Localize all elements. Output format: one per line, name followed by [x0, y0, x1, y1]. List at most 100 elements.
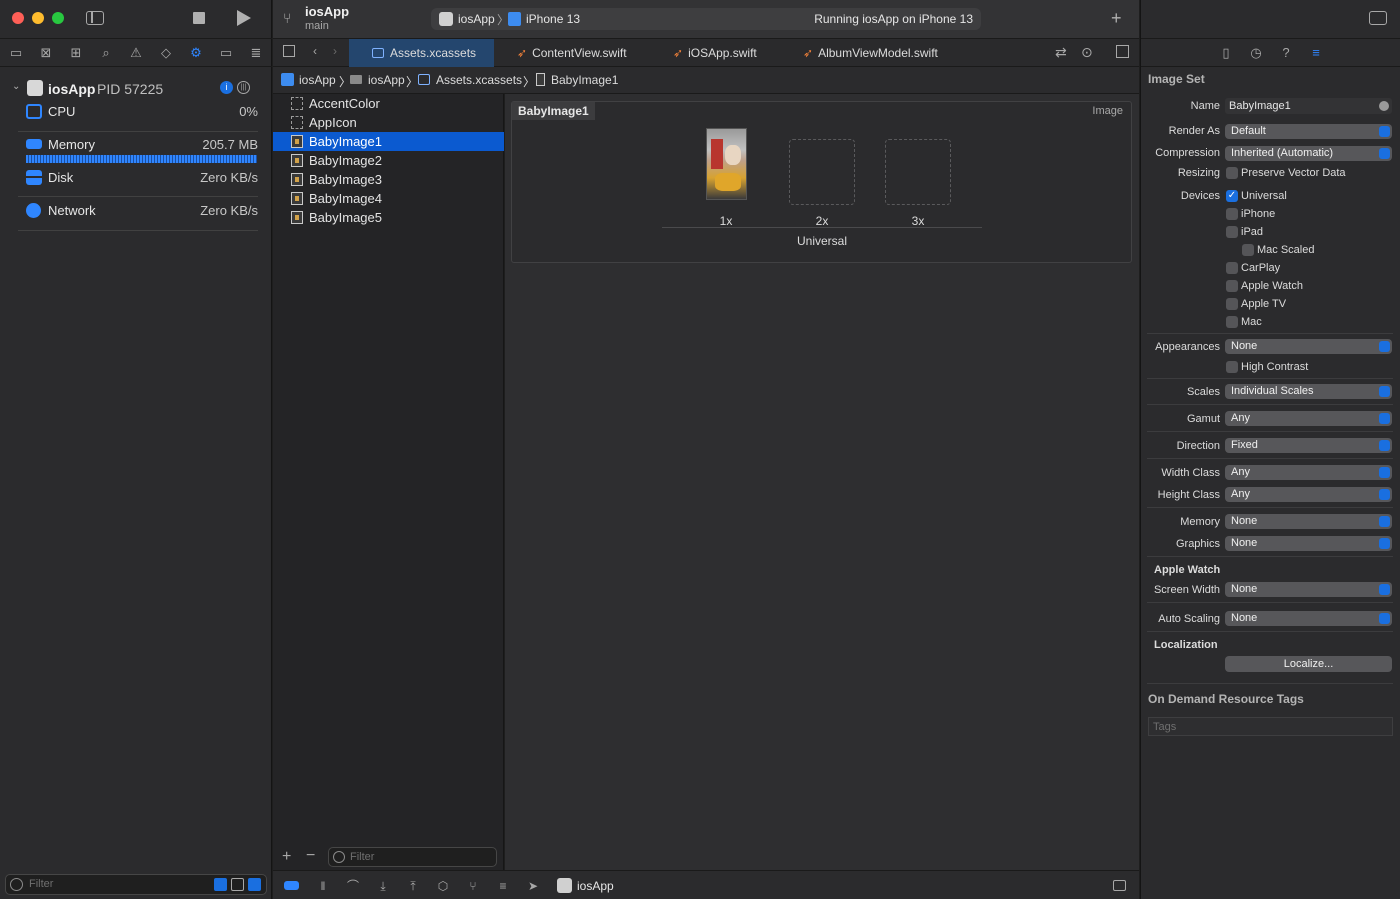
breadcrumb-item[interactable]: BabyImage1 [551, 73, 618, 87]
image-slot-2x[interactable] [789, 139, 855, 205]
go-to-arrow-icon[interactable] [1379, 101, 1389, 111]
gauge-disk[interactable]: Disk Zero KB/s [18, 167, 258, 189]
memory-graph-icon[interactable]: ⑂ [466, 879, 480, 893]
target-label[interactable]: iosApp [577, 879, 614, 893]
list-item-selected[interactable]: BabyImage1 [273, 132, 504, 151]
source-control-navigator-icon[interactable]: ⊠ [38, 45, 54, 61]
appearances-popup[interactable]: None [1225, 339, 1392, 354]
render-as-popup[interactable]: Default [1225, 124, 1392, 139]
gamut-popup[interactable]: Any [1225, 411, 1392, 426]
height-class-popup[interactable]: Any [1225, 487, 1392, 502]
symbol-navigator-icon[interactable]: ⊞ [68, 45, 84, 61]
filter-option-icon[interactable] [231, 878, 244, 891]
process-row[interactable]: ⌄ iosApp PID 57225 i ||| [12, 80, 262, 98]
related-items-grid-icon[interactable] [283, 45, 295, 57]
tab-contentview[interactable]: ➶ ContentView.swift [517, 39, 637, 67]
split-editor-icon[interactable] [1116, 45, 1129, 58]
device-universal-checkbox[interactable]: ✓ [1226, 190, 1238, 202]
remove-asset-minus-icon[interactable]: − [306, 847, 315, 865]
debug-area-toggle-icon[interactable] [1113, 880, 1126, 891]
thread-view-icon[interactable]: ||| [237, 81, 250, 94]
device-iphone-checkbox[interactable] [1226, 208, 1238, 220]
gauge-cpu[interactable]: CPU 0% [18, 101, 258, 123]
device-ipad-checkbox[interactable] [1226, 226, 1238, 238]
asset-filter-field[interactable]: Filter [328, 847, 497, 867]
forward-chevron-icon[interactable]: › [333, 44, 337, 58]
console-toggle-icon[interactable] [284, 881, 299, 890]
direction-popup[interactable]: Fixed [1225, 438, 1392, 453]
view-hierarchy-icon[interactable]: ⬡ [436, 879, 450, 893]
device-mac-checkbox[interactable] [1226, 316, 1238, 328]
branch-name[interactable]: main [305, 20, 329, 32]
filter-option-icon[interactable] [214, 878, 227, 891]
memory-popup[interactable]: None [1225, 514, 1392, 529]
scheme-selector[interactable]: iosApp [458, 12, 495, 26]
preserve-vector-checkbox[interactable] [1226, 167, 1238, 179]
add-library-plus-icon[interactable]: + [1111, 8, 1122, 29]
graphics-popup[interactable]: None [1225, 536, 1392, 551]
issue-navigator-warning-icon[interactable]: ⚠ [128, 45, 144, 61]
tags-field[interactable]: Tags [1148, 717, 1393, 736]
device-carplay-checkbox[interactable] [1226, 262, 1238, 274]
add-asset-plus-icon[interactable]: + [282, 848, 291, 866]
localize-button[interactable]: Localize... [1225, 656, 1392, 672]
test-navigator-diamond-icon[interactable]: ◇ [158, 45, 174, 61]
image-thumbnail-1x[interactable] [706, 128, 747, 200]
navigator-filter-field[interactable]: Filter [5, 874, 267, 895]
auto-scaling-popup[interactable]: None [1225, 611, 1392, 626]
environment-overrides-icon[interactable]: ≡ [496, 879, 510, 893]
report-navigator-icon[interactable]: ≣ [248, 45, 264, 61]
image-slot-3x[interactable] [885, 139, 951, 205]
filter-option-icon[interactable] [248, 878, 261, 891]
pause-icon[interactable]: ‖ [316, 879, 330, 893]
sidebar-toggle-icon[interactable] [86, 11, 104, 25]
scales-popup[interactable]: Individual Scales [1225, 384, 1392, 399]
minimize-window-button[interactable] [32, 12, 44, 24]
disclosure-chevron-icon[interactable]: ⌄ [12, 81, 20, 92]
breadcrumb-item[interactable]: Assets.xcassets [436, 73, 522, 87]
project-navigator-folder-icon[interactable]: ▭ [8, 45, 24, 61]
compression-popup[interactable]: Inherited (Automatic) [1225, 146, 1392, 161]
info-icon[interactable]: i [220, 81, 233, 94]
back-chevron-icon[interactable]: ‹ [313, 44, 317, 58]
attributes-sliders-icon[interactable]: ≡ [1308, 45, 1324, 61]
simulate-location-icon[interactable]: ➤ [526, 879, 540, 893]
list-item[interactable]: BabyImage3 [273, 170, 504, 189]
destination-selector[interactable]: iPhone 13 [526, 12, 580, 26]
gauge-memory[interactable]: Memory 205.7 MB [18, 134, 258, 156]
device-apple-tv-checkbox[interactable] [1226, 298, 1238, 310]
tab-iosapp[interactable]: ➶ iOSApp.swift [673, 39, 768, 67]
zoom-window-button[interactable] [52, 12, 64, 24]
find-navigator-search-icon[interactable]: ⌕ [98, 45, 114, 61]
close-window-button[interactable] [12, 12, 24, 24]
gauge-network[interactable]: Network Zero KB/s [18, 200, 258, 222]
device-apple-watch-checkbox[interactable] [1226, 280, 1238, 292]
tab-assets[interactable]: Assets.xcassets [349, 39, 494, 67]
list-item[interactable]: AppIcon [273, 113, 504, 132]
device-mac-scaled-checkbox[interactable] [1242, 244, 1254, 256]
step-out-icon[interactable]: ⤒ [406, 879, 420, 893]
breadcrumb-item[interactable]: iosApp [368, 73, 405, 87]
stop-button[interactable] [193, 12, 205, 24]
list-item[interactable]: BabyImage4 [273, 189, 504, 208]
history-clock-icon[interactable]: ◷ [1248, 45, 1264, 61]
step-into-icon[interactable]: ⤓ [376, 879, 390, 893]
screen-width-popup[interactable]: None [1225, 582, 1392, 597]
tab-albumviewmodel[interactable]: ➶ AlbumViewModel.swift [803, 39, 943, 67]
inspector-toggle-icon[interactable] [1369, 11, 1387, 25]
debug-navigator-gauge-icon[interactable]: ⚙ [188, 45, 204, 61]
editor-options-ellipsis-icon[interactable]: ⊙ [1081, 44, 1093, 61]
width-class-popup[interactable]: Any [1225, 465, 1392, 480]
swap-arrows-icon[interactable]: ⇄ [1055, 44, 1067, 61]
run-button[interactable] [237, 10, 251, 26]
name-field[interactable]: BabyImage1 [1225, 98, 1392, 114]
image-set-well[interactable]: BabyImage1 Image 1x 2x 3x Universal [511, 101, 1132, 263]
list-item[interactable]: AccentColor [273, 94, 504, 113]
step-over-icon[interactable]: ⌒ [346, 879, 360, 893]
help-question-icon[interactable]: ? [1278, 45, 1294, 61]
list-item[interactable]: BabyImage5 [273, 208, 504, 227]
high-contrast-checkbox[interactable] [1226, 361, 1238, 373]
breakpoint-navigator-icon[interactable]: ▭ [218, 45, 234, 61]
list-item[interactable]: BabyImage2 [273, 151, 504, 170]
file-inspector-icon[interactable]: ▯ [1218, 45, 1234, 61]
